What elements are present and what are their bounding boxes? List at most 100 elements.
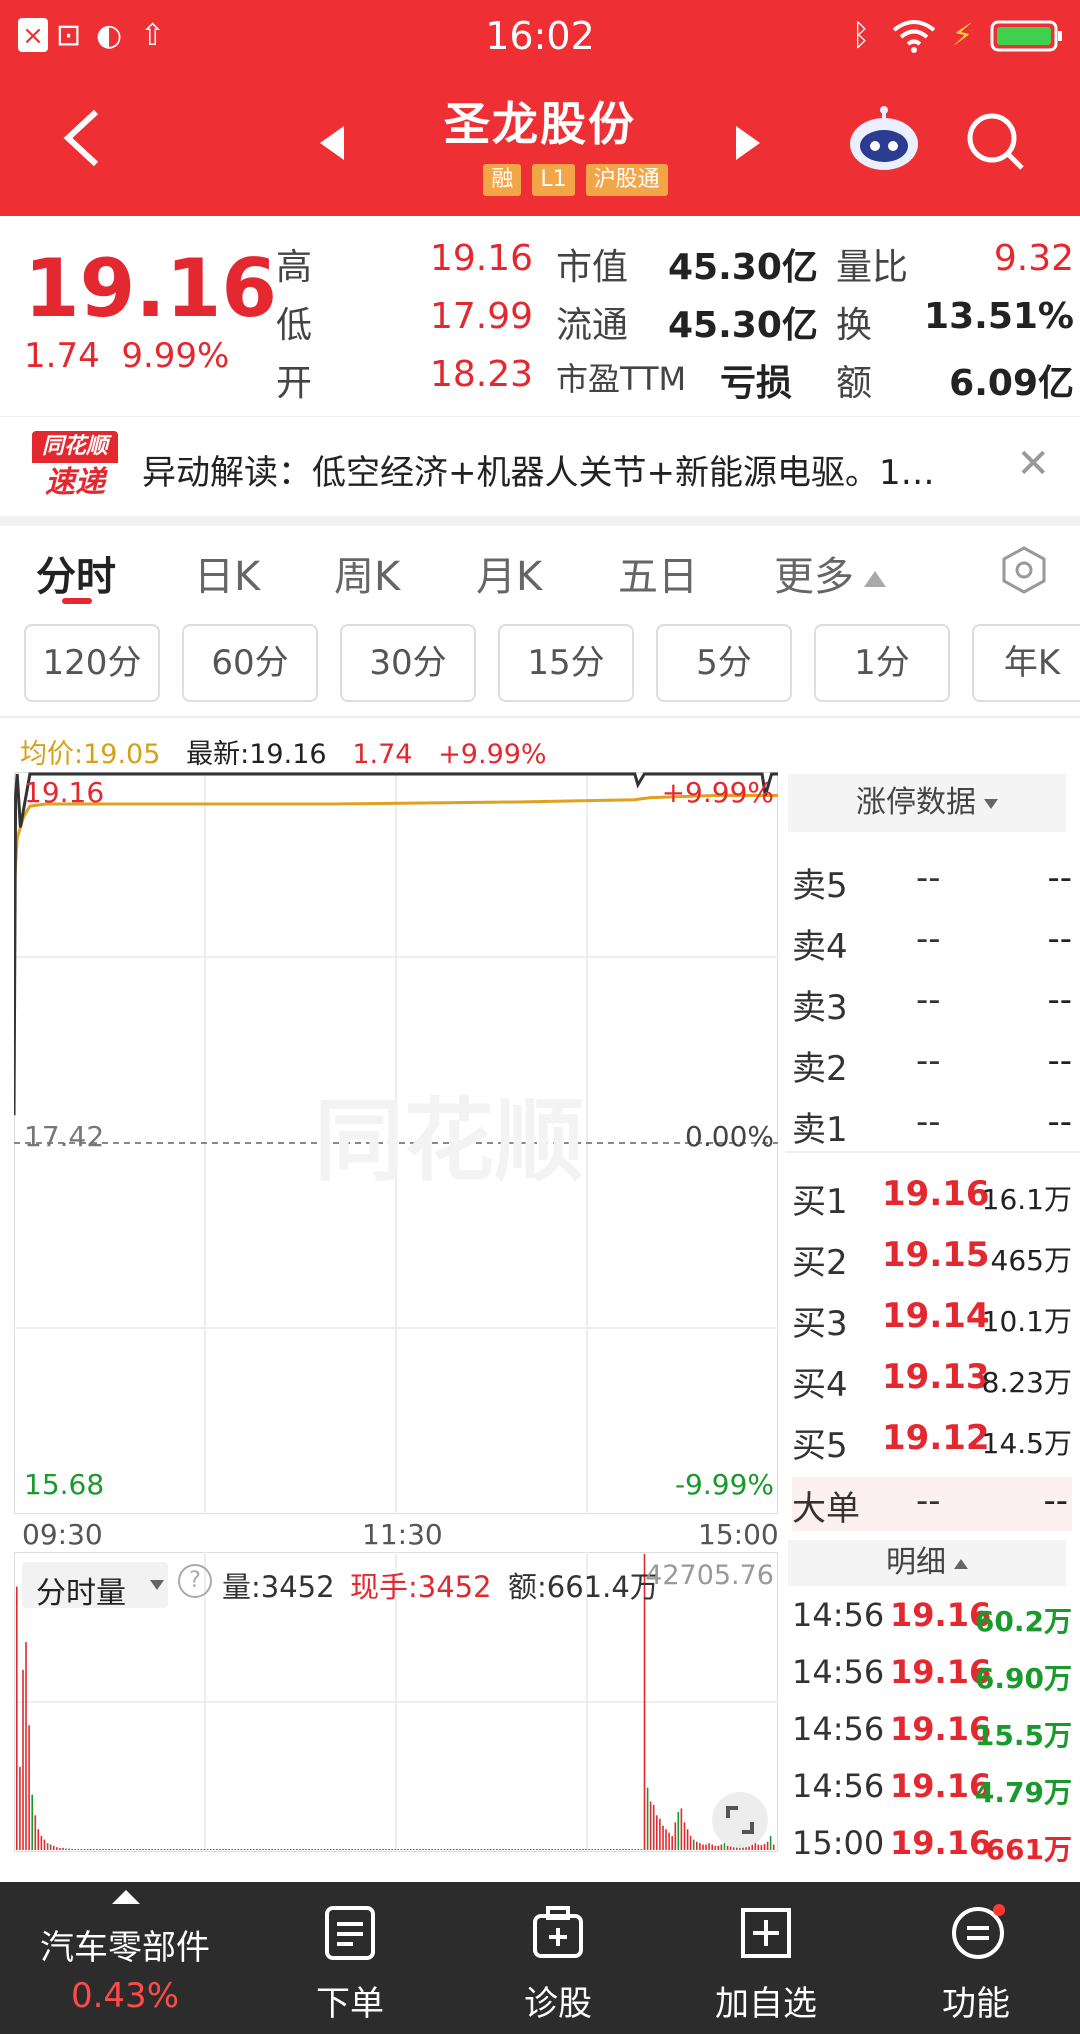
- change-percent: 9.99%: [121, 336, 230, 376]
- volume-bar: [277, 1849, 280, 1850]
- volume-bar: [468, 1849, 470, 1850]
- ask-row[interactable]: 卖2 -- --: [792, 1033, 1076, 1093]
- bid-row[interactable]: 买5 19.12 14.5万: [792, 1410, 1076, 1470]
- volume-bar: [86, 1849, 89, 1850]
- sector-button[interactable]: 汽车零部件 0.43%: [0, 1882, 250, 2034]
- volume-bar: [65, 1848, 67, 1850]
- bid-row[interactable]: 买2 19.15 465万: [792, 1227, 1076, 1287]
- order-form-icon: [323, 1904, 377, 1962]
- tab-more[interactable]: 更多: [774, 544, 886, 602]
- volume-bar: [176, 1849, 178, 1850]
- volume-indicator-select[interactable]: 分时量: [22, 1562, 168, 1611]
- volume-bar: [686, 1829, 689, 1850]
- news-banner[interactable]: 同花顺 速递 异动解读：低空经济+机器人关节+新能源电驱。1… ✕: [0, 416, 1080, 516]
- volume-bar: [326, 1849, 329, 1850]
- tab-monthly-k[interactable]: 月K: [476, 544, 542, 602]
- volume-max: 42705.76: [645, 1560, 774, 1591]
- volume-bar: [219, 1849, 221, 1850]
- add-watchlist-button[interactable]: 加自选: [686, 1882, 846, 2034]
- functions-button[interactable]: 功能: [896, 1882, 1056, 2034]
- volume-bar: [609, 1849, 612, 1850]
- detail-row[interactable]: 14:56 19.16 15.5万: [792, 1702, 1076, 1762]
- bid-price: 19.15: [882, 1235, 990, 1275]
- volume-bar: [582, 1849, 584, 1850]
- volume-bar: [96, 1849, 98, 1850]
- period-30min[interactable]: 30分: [340, 624, 476, 702]
- sector-pct: 0.43%: [70, 1976, 179, 2016]
- detail-row[interactable]: 14:56 19.16 4.79万: [792, 1759, 1076, 1819]
- volume-bar: [145, 1849, 147, 1850]
- volume-bar: [234, 1849, 237, 1850]
- tab-daily-k[interactable]: 日K: [194, 544, 260, 602]
- volume-bar: [529, 1849, 532, 1850]
- bid-volume: 10.1万: [981, 1305, 1072, 1338]
- place-order-button[interactable]: 下单: [270, 1882, 430, 2034]
- divider: [0, 716, 1080, 718]
- robot-assistant-icon[interactable]: [846, 106, 922, 172]
- tab-five-day[interactable]: 五日: [618, 544, 698, 602]
- volume-bar: [631, 1849, 633, 1850]
- bid-row[interactable]: 买3 19.14 10.1万: [792, 1288, 1076, 1348]
- add-icon: [739, 1904, 793, 1962]
- detail-volume: 15.5万: [974, 1719, 1072, 1752]
- volume-bar: [163, 1849, 166, 1850]
- period-year-k[interactable]: 年K: [972, 624, 1080, 702]
- volume-bar: [222, 1849, 224, 1850]
- volume-bar: [409, 1849, 412, 1850]
- volume-bar: [579, 1849, 581, 1850]
- search-icon[interactable]: [964, 110, 1026, 172]
- volume-bar: [634, 1849, 637, 1850]
- limit-data-select[interactable]: 涨停数据: [788, 774, 1066, 832]
- volume-bar: [354, 1849, 357, 1850]
- period-15min[interactable]: 15分: [498, 624, 634, 702]
- diagnose-button[interactable]: 诊股: [478, 1882, 638, 2034]
- bid-row[interactable]: 买1 19.16 16.1万: [792, 1166, 1076, 1226]
- tab-more-label: 更多: [774, 554, 854, 600]
- period-5min[interactable]: 5分: [656, 624, 792, 702]
- functions-label: 功能: [942, 1984, 1010, 2024]
- volume-bar: [514, 1849, 517, 1850]
- detail-row[interactable]: 14:56 19.16 6.90万: [792, 1645, 1076, 1705]
- volume-bar: [59, 1847, 61, 1850]
- volume-bar: [511, 1849, 513, 1850]
- bid-label: 买5: [792, 1426, 848, 1466]
- tab-intraday[interactable]: 分时: [36, 544, 116, 602]
- high-label: 高: [276, 247, 313, 288]
- next-stock-button[interactable]: [736, 126, 760, 160]
- expand-icon[interactable]: [712, 1792, 768, 1848]
- period-120min[interactable]: 120分: [24, 624, 160, 702]
- ask-row[interactable]: 卖3 -- --: [792, 972, 1076, 1032]
- bid-label: 买1: [792, 1182, 848, 1222]
- volume-bar: [154, 1849, 157, 1850]
- volume-bar: [437, 1849, 440, 1850]
- period-selector: 120分 60分 30分 15分 5分 1分 年K: [0, 622, 1080, 706]
- period-60min[interactable]: 60分: [182, 624, 318, 702]
- detail-header[interactable]: 明细: [788, 1540, 1066, 1586]
- big-order-row[interactable]: 大单 -- --: [792, 1477, 1072, 1531]
- volume-bar: [56, 1847, 58, 1850]
- tab-weekly-k[interactable]: 周K: [334, 544, 400, 602]
- help-icon[interactable]: ?: [178, 1564, 212, 1598]
- detail-row[interactable]: 15:00 19.16 661万: [792, 1816, 1076, 1876]
- detail-row[interactable]: 14:56 19.16 60.2万: [792, 1588, 1076, 1648]
- bid-row[interactable]: 买4 19.13 8.23万: [792, 1349, 1076, 1409]
- ask-row[interactable]: 卖5 -- --: [792, 850, 1076, 910]
- volume-bar: [551, 1849, 553, 1850]
- volume-bar: [172, 1849, 175, 1850]
- volume-bar: [612, 1849, 615, 1850]
- intraday-price-chart[interactable]: 同花顺: [14, 772, 778, 1514]
- close-icon[interactable]: ✕: [1016, 441, 1050, 487]
- news-text[interactable]: 异动解读：低空经济+机器人关节+新能源电驱。1…: [142, 445, 935, 494]
- volume-indicator-label: 分时量: [36, 1576, 126, 1611]
- amount-label: 额: [836, 363, 873, 404]
- volratio-value: 9.32: [993, 238, 1074, 279]
- settings-icon[interactable]: [1000, 546, 1048, 594]
- volume-bar: [329, 1849, 332, 1850]
- ask-row[interactable]: 卖4 -- --: [792, 911, 1076, 971]
- volume-bar: [597, 1849, 600, 1850]
- x-tick-close: 15:00: [698, 1518, 779, 1551]
- volume-bar: [591, 1849, 593, 1850]
- volume-bar: [382, 1849, 384, 1850]
- period-1min[interactable]: 1分: [814, 624, 950, 702]
- ask-row[interactable]: 卖1 -- --: [792, 1094, 1076, 1154]
